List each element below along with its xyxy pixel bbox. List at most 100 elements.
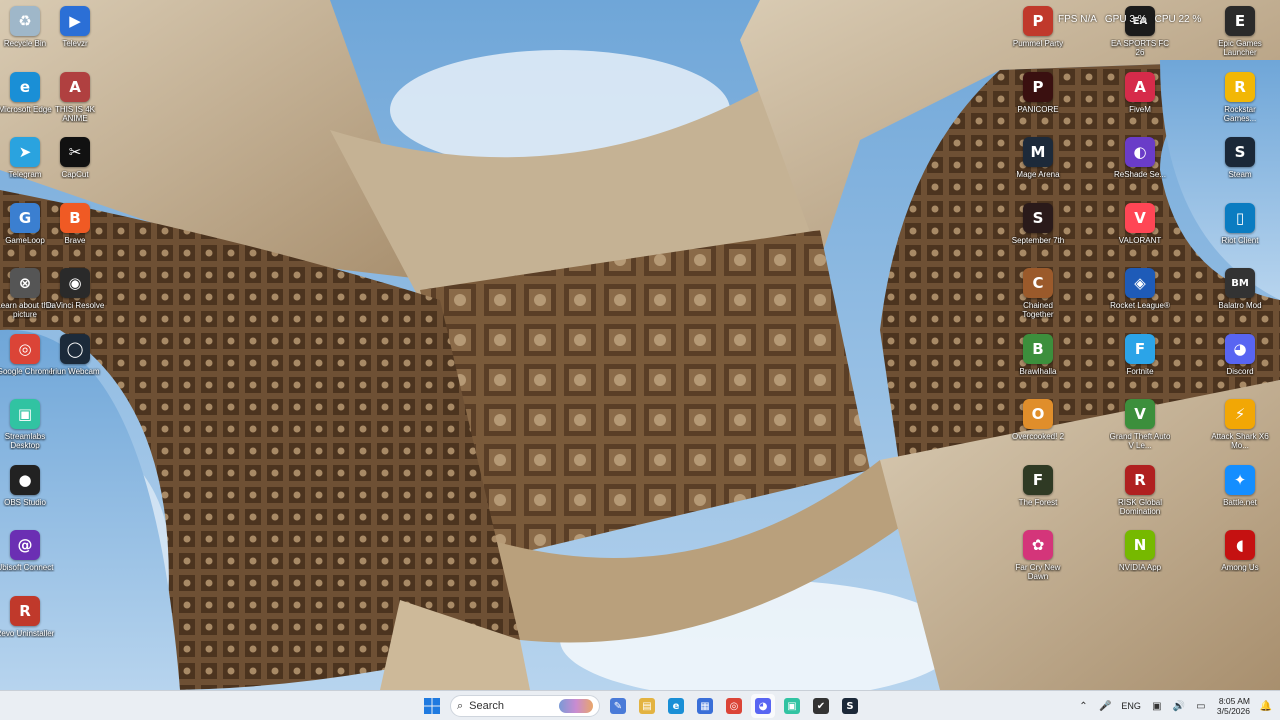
- battlenet-icon: ✦: [1225, 464, 1255, 495]
- start-button[interactable]: [420, 694, 444, 718]
- desktop-icon-label: OBS Studio: [4, 497, 46, 507]
- desktop-icon-obs-studio[interactable]: ● OBS Studio: [0, 461, 55, 525]
- volume-icon[interactable]: 🔊: [1173, 700, 1185, 712]
- desktop-icon-chained-together[interactable]: C Chained Together: [1008, 264, 1068, 328]
- network-icon[interactable]: ▣: [1151, 700, 1163, 712]
- obs-icon: ●: [10, 464, 40, 495]
- fps-label: FPS: [1058, 14, 1078, 25]
- desktop-icon-battle-net[interactable]: ✦ Battle.net: [1210, 461, 1270, 525]
- desktop-icon-discord[interactable]: ◕ Discord: [1210, 330, 1270, 394]
- desktop-icon-iriun-webcam[interactable]: ◯ Iriun Webcam: [45, 330, 105, 394]
- desktop-icon-streamlabs-desktop[interactable]: ▣ Streamlabs Desktop: [0, 395, 55, 459]
- desktop-icon-september-7th[interactable]: S September 7th: [1008, 199, 1068, 263]
- desktop-icon-davinci-resolve[interactable]: ◉ DaVinci Resolve: [45, 264, 105, 328]
- taskbar-app-store[interactable]: ▦: [693, 694, 717, 718]
- taskbar: ⌕ Search ✎ ▤ e ▦ ◎ ◕ ▣ ✔ S ⌃ 🎤 ENG ▣ 🔊 ▭ 8:05 AM…: [0, 690, 1280, 720]
- taskbar-search-box[interactable]: ⌕ Search: [450, 695, 600, 717]
- desktop-icon-label: EA SPORTS FC 26: [1110, 39, 1170, 57]
- notification-bell-icon[interactable]: 🔔: [1260, 700, 1272, 712]
- desktop-icon-rockstar-games[interactable]: R Rockstar Games...: [1210, 68, 1270, 132]
- desktop-icon-pummel-party[interactable]: P Pummel Party: [1008, 2, 1068, 66]
- among-us-icon: ◖: [1225, 530, 1255, 560]
- chrome-icon: ◎: [10, 333, 40, 364]
- desktop-icon-mage-arena[interactable]: M Mage Arena: [1008, 133, 1068, 197]
- desktop-icon-label: Discord: [1226, 366, 1254, 376]
- taskbar-app-file-explorer[interactable]: ▤: [635, 694, 659, 718]
- streamlabs-icon: ▣: [784, 698, 800, 714]
- panicore-icon: P: [1023, 71, 1053, 102]
- desktop-icon-label: Revo Uninstaller: [0, 628, 55, 638]
- clock-date: 3/5/2026: [1216, 706, 1250, 716]
- desktop-icon-brave[interactable]: B Brave: [45, 199, 105, 263]
- desktop-icon-ubisoft-connect[interactable]: @ Ubisoft Connect: [0, 526, 55, 590]
- file-explorer-icon: ▤: [639, 698, 655, 714]
- taskbar-app-davinci[interactable]: ✔: [809, 694, 833, 718]
- desktop-icon-panicore[interactable]: P PANICORE: [1008, 68, 1068, 132]
- microphone-icon[interactable]: 🎤: [1099, 700, 1111, 712]
- battery-icon[interactable]: ▭: [1195, 700, 1207, 712]
- fivem-icon: A: [1125, 71, 1155, 102]
- desktop-icon-brawlhalla[interactable]: B Brawlhalla: [1008, 330, 1068, 394]
- desktop-icon-the-forest[interactable]: F The Forest: [1008, 461, 1068, 525]
- desktop-icon-label: FiveM: [1129, 104, 1151, 114]
- desktop-icon-televzr[interactable]: ▶ Televzr: [45, 2, 105, 66]
- desktop-icon-label: PANICORE: [1017, 104, 1059, 114]
- chevron-up-icon[interactable]: ⌃: [1077, 700, 1089, 712]
- desktop-icon-reshade-se[interactable]: ◐ ReShade Se...: [1110, 133, 1170, 197]
- desktop-icon-balatro-mod[interactable]: BM Balatro Mod: [1210, 264, 1270, 328]
- taskbar-apps: ✎ ▤ e ▦ ◎ ◕ ▣ ✔ S: [606, 694, 862, 718]
- steam-icon: S: [842, 698, 858, 714]
- desktop-icon-label: Epic Games Launcher: [1218, 39, 1262, 57]
- desktop-icon-label: VALORANT: [1118, 235, 1162, 245]
- taskbar-app-chrome[interactable]: ◎: [722, 694, 746, 718]
- desktop-icon-fivem[interactable]: A FiveM: [1110, 68, 1170, 132]
- nvidia-icon: N: [1125, 530, 1155, 560]
- taskbar-app-steam[interactable]: S: [838, 694, 862, 718]
- desktop-icon-label: Brawlhalla: [1019, 366, 1057, 376]
- desktop-icon-label: Streamlabs Desktop: [4, 432, 46, 450]
- balatro-icon: BM: [1225, 268, 1255, 298]
- desktop-icon-label: Grand Theft Auto V Le...: [1109, 432, 1171, 450]
- cpu-value: 22 %: [1178, 14, 1202, 25]
- taskbar-app-streamlabs[interactable]: ▣: [780, 694, 804, 718]
- desktop-icon-label: Brave: [64, 235, 86, 245]
- desktop-icon-valorant[interactable]: V VALORANT: [1110, 199, 1170, 263]
- chained-together-icon: C: [1023, 268, 1053, 298]
- desktop-icon-rocket-league[interactable]: ◈ Rocket League®: [1110, 264, 1170, 328]
- search-highlight-icon: [559, 699, 593, 713]
- desktop-icon-among-us[interactable]: ◖ Among Us: [1210, 526, 1270, 590]
- desktop-icon-epic-games-launcher[interactable]: E Epic Games Launcher: [1210, 2, 1270, 66]
- reshade-icon: ◐: [1125, 137, 1155, 167]
- edge-icon: e: [10, 71, 40, 102]
- desktop-icon-risk-global-domination[interactable]: R RISK Global Domination: [1110, 461, 1170, 525]
- desktop-icon-label: Pummel Party: [1012, 39, 1064, 48]
- desktop-icon-label: Rocket League®: [1110, 301, 1170, 310]
- desktop-icon-riot-client[interactable]: ▯ Riot Client: [1210, 199, 1270, 263]
- desktop-icon-capcut[interactable]: ✂ CapCut: [45, 133, 105, 197]
- desktop-icon-label: Far Cry New Dawn: [1015, 563, 1061, 581]
- streamlabs-icon: ▣: [10, 399, 40, 429]
- desktop-icon-ea-sports-fc-26[interactable]: EA EA SPORTS FC 26: [1110, 2, 1170, 66]
- risk-icon: R: [1125, 464, 1155, 495]
- desktop-icon-this-is-4k-anime[interactable]: A THIS IS 4K ANIME: [45, 68, 105, 132]
- discord-icon: ◕: [1225, 333, 1255, 364]
- desktop-icon-overcooked-2[interactable]: O Overcooked! 2: [1008, 395, 1068, 459]
- desktop-icon-fortnite[interactable]: F Fortnite: [1110, 330, 1170, 394]
- language-indicator[interactable]: ENG: [1121, 701, 1141, 711]
- taskbar-center: ⌕ Search ✎ ▤ e ▦ ◎ ◕ ▣ ✔ S: [420, 691, 862, 720]
- valorant-icon: V: [1125, 202, 1155, 233]
- overcooked-icon: O: [1023, 399, 1053, 429]
- desktop-icon-steam[interactable]: S Steam: [1210, 133, 1270, 197]
- desktop-icon-far-cry-new-dawn[interactable]: ✿ Far Cry New Dawn: [1008, 526, 1068, 590]
- copilot-icon: ✎: [610, 698, 626, 714]
- steam-icon: S: [1225, 137, 1255, 167]
- desktop-icon-grand-theft-auto-v-le[interactable]: V Grand Theft Auto V Le...: [1110, 395, 1170, 459]
- taskbar-app-discord[interactable]: ◕: [751, 694, 775, 718]
- desktop-icon-attack-shark-x6-mo[interactable]: ⚡ Attack Shark X6 Mo...: [1210, 395, 1270, 459]
- desktop-icon-revo-uninstaller[interactable]: R Revo Uninstaller: [0, 592, 55, 656]
- desktop-icon-nvidia-app[interactable]: N NVIDIA App: [1110, 526, 1170, 590]
- desktop-icon-label: NVIDIA App: [1118, 563, 1162, 572]
- clock[interactable]: 8:05 AM 3/5/2026: [1217, 696, 1250, 716]
- taskbar-app-edge[interactable]: e: [664, 694, 688, 718]
- taskbar-app-copilot[interactable]: ✎: [606, 694, 630, 718]
